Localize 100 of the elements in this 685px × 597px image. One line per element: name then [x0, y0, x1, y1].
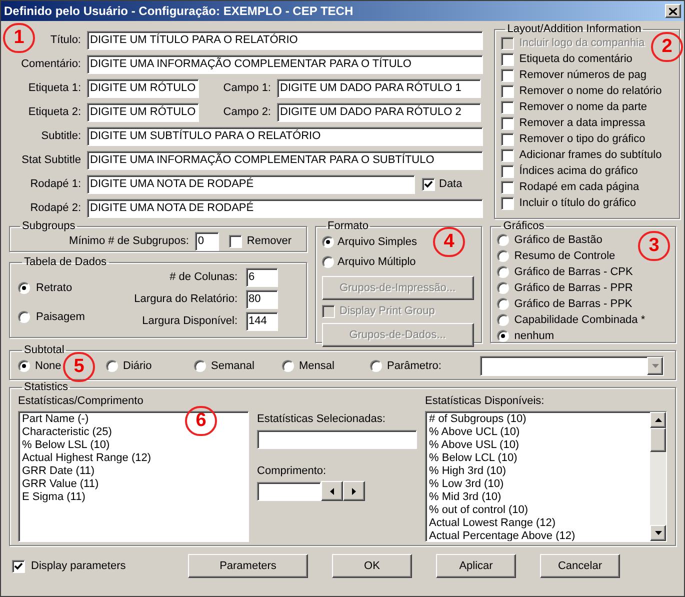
radio-button[interactable]	[18, 310, 30, 323]
list-item[interactable]: # of Subgroups (10)	[429, 412, 647, 426]
field-label: # de Colunas:	[170, 270, 238, 286]
checkbox[interactable]	[501, 116, 514, 130]
text-field[interactable]: DIGITE UM SUBTÍTULO PARA O RELATÓRIO	[87, 127, 483, 146]
text-field[interactable]: 80	[246, 290, 278, 309]
list-item[interactable]: Actual Lowest Range (12)	[429, 516, 647, 530]
scroll-thumb[interactable]	[650, 428, 666, 452]
list-item[interactable]: Characteristic (25)	[22, 426, 112, 438]
text-field[interactable]: DIGITE UM RÓTULO	[87, 79, 199, 98]
list-item[interactable]: Part Name (-)	[22, 412, 89, 426]
list-item[interactable]: GRR Date (11)	[22, 464, 95, 478]
checkbox[interactable]	[422, 178, 435, 191]
field-label: Campo 2:	[223, 105, 271, 120]
list-item[interactable]: % Low 3rd (10)	[429, 478, 647, 490]
option-label: Remover o tipo do gráfico	[519, 132, 646, 147]
radio-button[interactable]	[497, 330, 510, 342]
checkbox[interactable]	[501, 132, 514, 146]
option-label: Retrato	[36, 281, 72, 296]
right-arrow-button[interactable]	[343, 481, 366, 501]
option-label: Adicionar frames do subtítulo	[519, 148, 662, 163]
radio-button[interactable]	[18, 282, 30, 294]
checkbox[interactable]	[501, 100, 514, 114]
radio-button[interactable]	[282, 360, 294, 372]
text-field[interactable]: DIGITE UM TÍTULO PARA O RELATÓRIO	[87, 31, 483, 50]
checkbox[interactable]	[501, 84, 514, 98]
push-button[interactable]: Cancelar	[540, 554, 620, 578]
text-field[interactable]: 144	[246, 312, 278, 331]
scroll-up-icon[interactable]	[654, 418, 662, 422]
group-title: Formato	[326, 220, 370, 232]
checkbox[interactable]	[228, 235, 242, 248]
option-label: Diário	[123, 358, 152, 374]
checkbox[interactable]	[501, 180, 514, 194]
radio-button[interactable]	[322, 236, 334, 248]
left-arrow-icon	[330, 488, 334, 494]
field-label: Largura do Relatório:	[134, 292, 238, 308]
group-title: Statistics	[23, 381, 70, 393]
close-button[interactable]	[665, 4, 681, 18]
checkbox[interactable]	[501, 164, 514, 178]
checkbox[interactable]	[501, 52, 514, 66]
radio-button[interactable]	[497, 266, 510, 278]
checkbox[interactable]	[501, 68, 514, 82]
option-label: Paisagem	[36, 310, 85, 324]
text-field[interactable]: DIGITE UMA NOTA DE RODAPÉ	[87, 199, 483, 218]
text-field[interactable]: 0	[194, 232, 219, 251]
list-item[interactable]: Actual Percentage Above (12)	[429, 530, 647, 540]
annotation-marker: 5	[63, 352, 95, 382]
radio-button[interactable]	[497, 282, 510, 294]
left-arrow-button[interactable]	[321, 481, 344, 501]
text-field[interactable]	[257, 482, 322, 500]
list-item[interactable]: Actual Highest Range (12)	[22, 452, 152, 464]
list-item[interactable]: E Sigma (11)	[22, 490, 86, 504]
list-title: Estatísticas Disponíveis:	[425, 394, 546, 409]
group-title: Tabela de Dados	[23, 256, 108, 268]
radio-button[interactable]	[322, 256, 334, 268]
annotation-marker: 3	[638, 231, 670, 261]
dropdown[interactable]	[480, 356, 664, 376]
text-field[interactable]: DIGITE UMA INFORMAÇÃO COMPLEMENTAR PARA O TÍTULO	[87, 55, 483, 74]
text-field[interactable]: DIGITE UM DADO PARA RÓTULO 1	[277, 79, 481, 98]
scrollbar[interactable]	[650, 412, 666, 540]
scroll-down-icon[interactable]	[654, 530, 662, 534]
push-button[interactable]: OK	[332, 554, 412, 578]
checkbox[interactable]	[501, 148, 514, 162]
radio-button[interactable]	[18, 360, 30, 372]
option-label: None	[35, 358, 62, 374]
radio-button[interactable]	[370, 360, 382, 372]
list-item[interactable]: % Above UCL (10)	[429, 426, 647, 438]
field-label: Comprimento:	[257, 464, 328, 478]
push-button[interactable]: Aplicar	[436, 554, 516, 578]
option-label: nenhum	[514, 328, 554, 344]
checkbox[interactable]	[501, 196, 514, 210]
option-label: Semanal	[211, 358, 254, 374]
group-title: Subgroups	[21, 220, 76, 232]
list-box[interactable]: # of Subgroups (10) % Above UCL (10) % Above USL (10) % Below LCL (10) % High 3rd (10) % Low 3rd (10) % Mid 3rd (10) % out of control (10) Actual Lowest Range (12) Actual Percentage Above (12)	[425, 410, 667, 542]
list-item[interactable]: % Mid 3rd (10)	[429, 490, 647, 504]
list-item[interactable]: % out of control (10)	[429, 504, 647, 516]
radio-button[interactable]	[106, 360, 118, 372]
text-field[interactable]: 6	[246, 268, 278, 287]
text-field[interactable]: DIGITE UMA INFORMAÇÃO COMPLEMENTAR PARA O SUBTÍTULO	[87, 151, 483, 170]
option-label: Display Print Group	[340, 304, 435, 320]
radio-button[interactable]	[497, 234, 510, 246]
text-field[interactable]: DIGITE UM DADO PARA RÓTULO 2	[277, 103, 481, 122]
right-arrow-icon	[352, 488, 356, 494]
text-field[interactable]: DIGITE UM RÓTULO	[87, 103, 199, 122]
text-field[interactable]	[257, 430, 418, 448]
radio-button[interactable]	[497, 298, 510, 310]
radio-button[interactable]	[497, 314, 510, 326]
radio-button[interactable]	[194, 360, 206, 372]
list-item[interactable]: % Below LSL (10)	[22, 438, 110, 452]
list-item[interactable]: GRR Value (11)	[22, 478, 99, 490]
list-item[interactable]: % High 3rd (10)	[429, 464, 647, 478]
option-label: Capabilidade Combinada *	[514, 312, 646, 328]
option-label: Gráfico de Bastão	[514, 232, 602, 248]
push-button[interactable]: Parameters	[188, 554, 308, 578]
radio-button[interactable]	[497, 250, 510, 262]
text-field[interactable]: DIGITE UMA NOTA DE RODAPÉ	[87, 175, 415, 194]
list-item[interactable]: % Below LCL (10)	[429, 452, 647, 464]
checkbox[interactable]	[12, 560, 25, 572]
field-label: Estatísticas Selecionadas:	[257, 412, 386, 427]
list-item[interactable]: % Above USL (10)	[429, 438, 647, 452]
